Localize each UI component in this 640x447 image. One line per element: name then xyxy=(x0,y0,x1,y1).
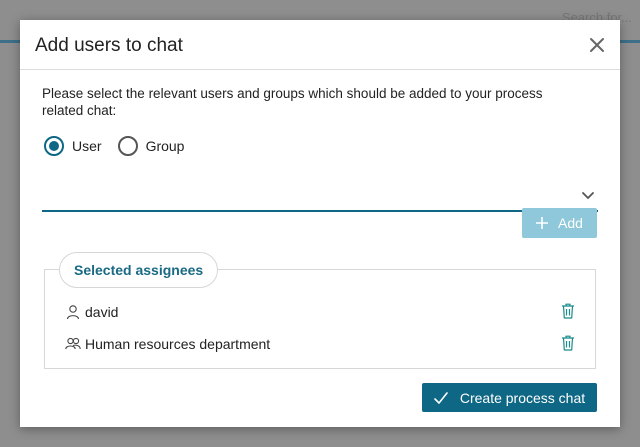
assignee-name: david xyxy=(85,304,119,320)
dialog-title: Add users to chat xyxy=(35,35,183,56)
selected-assignees-legend: Selected assignees xyxy=(59,252,219,288)
check-icon xyxy=(434,391,448,404)
chevron-down-icon xyxy=(582,192,594,199)
close-icon xyxy=(590,38,604,52)
add-users-dialog: Add users to chat Please select the rele… xyxy=(20,20,620,427)
assignee-type-radio-group: User Group xyxy=(44,135,200,157)
assignee-item: Human resources department xyxy=(65,333,575,355)
radio-group-indicator[interactable] xyxy=(117,136,138,156)
create-process-chat-label: Create process chat xyxy=(459,389,586,406)
add-button-label: Add xyxy=(558,215,583,231)
trash-icon[interactable] xyxy=(561,303,575,319)
create-process-chat-button[interactable]: Create process chat xyxy=(422,383,597,412)
radio-group[interactable]: Group xyxy=(117,136,185,156)
radio-user[interactable]: User xyxy=(44,136,102,156)
add-button[interactable]: Add xyxy=(522,208,597,238)
trash-icon[interactable] xyxy=(561,335,575,351)
assignee-item: david xyxy=(65,301,575,323)
group-icon xyxy=(65,337,81,350)
radio-group-label: Group xyxy=(145,138,185,154)
radio-user-label: User xyxy=(72,138,102,154)
dialog-header: Add users to chat xyxy=(20,20,620,70)
close-button[interactable] xyxy=(586,34,608,56)
user-icon xyxy=(66,305,80,320)
assignee-name: Human resources department xyxy=(85,336,271,352)
radio-user-indicator[interactable] xyxy=(44,136,64,156)
user-select-dropdown[interactable] xyxy=(42,180,598,212)
dialog-instructions: Please select the relevant users and gro… xyxy=(42,86,543,118)
plus-icon xyxy=(536,217,549,229)
